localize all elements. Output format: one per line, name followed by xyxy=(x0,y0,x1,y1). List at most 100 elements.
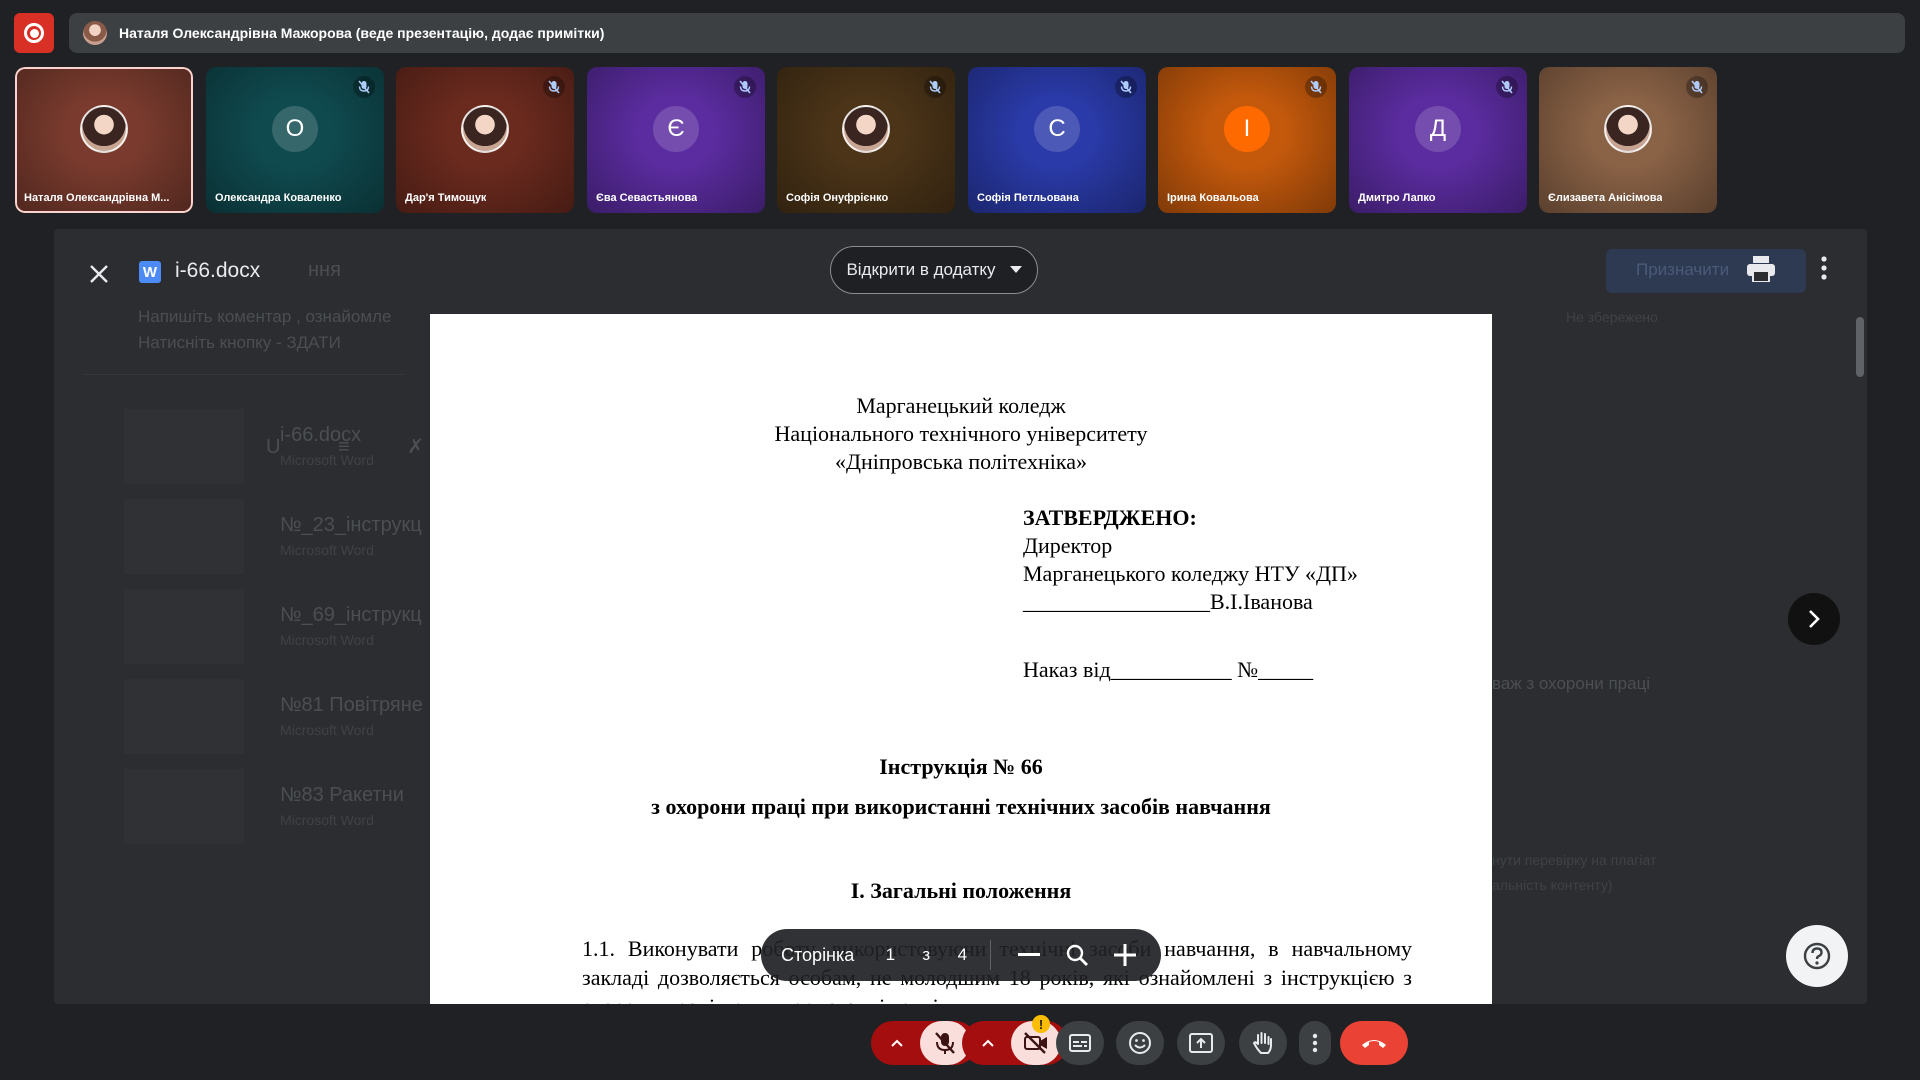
background-file-type: Microsoft Word xyxy=(280,812,374,828)
participant-avatar xyxy=(1604,105,1652,153)
participant-tile[interactable]: І Ірина Ковальова xyxy=(1158,67,1336,213)
file-name: i-66.docx xyxy=(175,259,261,282)
background-file-thumb xyxy=(124,499,244,574)
caret-down-icon xyxy=(1009,266,1022,273)
chevron-up-icon xyxy=(891,1039,903,1047)
participant-tile[interactable]: Є Єва Севастьянова xyxy=(587,67,765,213)
background-plagiarism-1: нути перевірку на плагіат xyxy=(1492,852,1657,868)
reactions-button[interactable] xyxy=(1116,1021,1164,1065)
doc-signature: _________________В.І.Іванова xyxy=(1023,589,1313,614)
close-icon xyxy=(90,265,108,283)
pager-divider xyxy=(990,940,992,970)
background-hint-1: Напишіть коментар , ознайомле xyxy=(138,307,392,326)
next-file-button[interactable] xyxy=(1788,593,1840,645)
more-call-options-button[interactable] xyxy=(1299,1021,1331,1065)
page-label: Сторінка xyxy=(781,944,855,965)
background-file-thumb xyxy=(124,679,244,754)
participant-initial: О xyxy=(272,106,318,152)
participant-name: Софія Петльована xyxy=(977,192,1079,204)
participant-initial: С xyxy=(1034,106,1080,152)
doc-director: Директор xyxy=(1023,533,1113,558)
doc-header-2: Національного технічного університету xyxy=(774,421,1148,446)
background-file-type: Microsoft Word xyxy=(280,632,374,648)
doc-title: Інструкція № 66 xyxy=(879,754,1043,779)
participant-initial: Д xyxy=(1415,106,1461,152)
audio-settings-button[interactable] xyxy=(874,1021,920,1065)
mic-off-icon xyxy=(543,76,565,98)
background-file-title: №81 Повітряне xyxy=(280,694,423,716)
participant-name: Дар'я Тимощук xyxy=(405,192,487,204)
background-file-title: №_69_інструкц xyxy=(280,604,422,626)
open-in-app-button[interactable]: Відкрити в додатку xyxy=(830,246,1038,294)
participant-name: Ірина Ковальова xyxy=(1167,192,1259,204)
plus-icon xyxy=(1114,944,1137,966)
viewer-scrollbar[interactable] xyxy=(1856,317,1864,377)
background-file-thumb xyxy=(124,409,244,484)
background-file-thumb xyxy=(124,589,244,664)
doc-approved: ЗАТВЕРДЖЕНО: xyxy=(1023,505,1197,530)
participant-name: Єлизавета Анісімова xyxy=(1548,192,1663,204)
zoom-in-button[interactable] xyxy=(1101,935,1149,975)
participant-tile[interactable]: Дар'я Тимощук xyxy=(396,67,574,213)
presenter-bar[interactable]: Наталя Олександрівна Мажорова (веде през… xyxy=(69,13,1905,53)
camera-warning-badge: ! xyxy=(1032,1015,1050,1033)
video-settings-button[interactable] xyxy=(965,1021,1011,1065)
doc-header-1: Марганецький коледж xyxy=(856,393,1066,418)
camera-control xyxy=(962,1021,1068,1065)
participant-tile[interactable]: О Олександра Коваленко xyxy=(206,67,384,213)
doc-college: Марганецького коледжу НТУ «ДП» xyxy=(1023,561,1358,586)
hand-icon xyxy=(1252,1032,1272,1054)
recording-button[interactable] xyxy=(14,13,54,53)
background-file-thumb xyxy=(124,769,244,844)
hang-up-icon xyxy=(1362,1040,1386,1048)
participant-tile[interactable]: Д Дмитро Лапко xyxy=(1349,67,1527,213)
mic-off-icon xyxy=(353,76,375,98)
print-button[interactable] xyxy=(1747,256,1775,287)
background-file-type: Microsoft Word xyxy=(280,452,374,468)
participant-initial: І xyxy=(1224,106,1270,152)
doc-subtitle: з охорони праці при використанні технічн… xyxy=(651,794,1271,819)
participant-avatar xyxy=(842,105,890,153)
participant-name: Софія Онуфрієнко xyxy=(786,192,889,204)
mic-off-icon xyxy=(1115,76,1137,98)
present-screen-button[interactable] xyxy=(1177,1021,1225,1065)
present-icon xyxy=(1189,1033,1213,1053)
close-viewer-button[interactable] xyxy=(84,259,114,289)
doc-header-3: «Дніпровська політехніка» xyxy=(834,449,1087,474)
more-options-button[interactable] xyxy=(1821,256,1827,285)
captions-button[interactable] xyxy=(1056,1021,1104,1065)
participant-name: Дмитро Лапко xyxy=(1358,192,1436,204)
background-divider xyxy=(84,374,404,375)
participant-tile[interactable]: С Софія Петльована xyxy=(968,67,1146,213)
zoom-out-button[interactable] xyxy=(1005,935,1053,975)
background-heading: ння xyxy=(308,259,341,281)
mic-off-icon xyxy=(1496,76,1518,98)
mic-off-icon xyxy=(924,76,946,98)
page-navigator: Сторінка 1 з 4 xyxy=(761,929,1161,981)
more-vert-icon xyxy=(1821,256,1827,280)
document-page[interactable]: Марганецький коледж Національного техніч… xyxy=(430,314,1492,1004)
background-file-title: №_23_інструкц xyxy=(280,514,422,536)
participant-initial: Є xyxy=(653,106,699,152)
help-button[interactable] xyxy=(1786,925,1848,987)
captions-icon xyxy=(1069,1034,1091,1052)
background-file-type: Microsoft Word xyxy=(280,722,374,738)
background-topic-field: важ з охорони праці xyxy=(1492,674,1651,693)
participant-name: Наталя Олександрівна М... xyxy=(24,192,170,204)
participant-name: Олександра Коваленко xyxy=(215,192,342,204)
minus-icon xyxy=(1018,953,1041,956)
participant-tile[interactable]: Єлизавета Анісімова xyxy=(1539,67,1717,213)
raise-hand-button[interactable] xyxy=(1239,1021,1287,1065)
magnifier-icon xyxy=(1067,944,1089,966)
background-file-type: Microsoft Word xyxy=(280,542,374,558)
background-save-status: Не збережено xyxy=(1566,309,1658,325)
chevron-right-icon xyxy=(1809,610,1820,628)
doc-section-heading: І. Загальні положення xyxy=(850,878,1072,903)
leave-call-button[interactable] xyxy=(1340,1021,1408,1065)
page-of-label: з xyxy=(922,945,931,964)
participant-tile[interactable]: Софія Онуфрієнко xyxy=(777,67,955,213)
page-current-input[interactable]: 1 xyxy=(872,945,908,965)
presenter-avatar xyxy=(83,21,107,45)
participant-tile[interactable]: Наталя Олександрівна М... xyxy=(15,67,193,213)
mic-off-icon xyxy=(1686,76,1708,98)
